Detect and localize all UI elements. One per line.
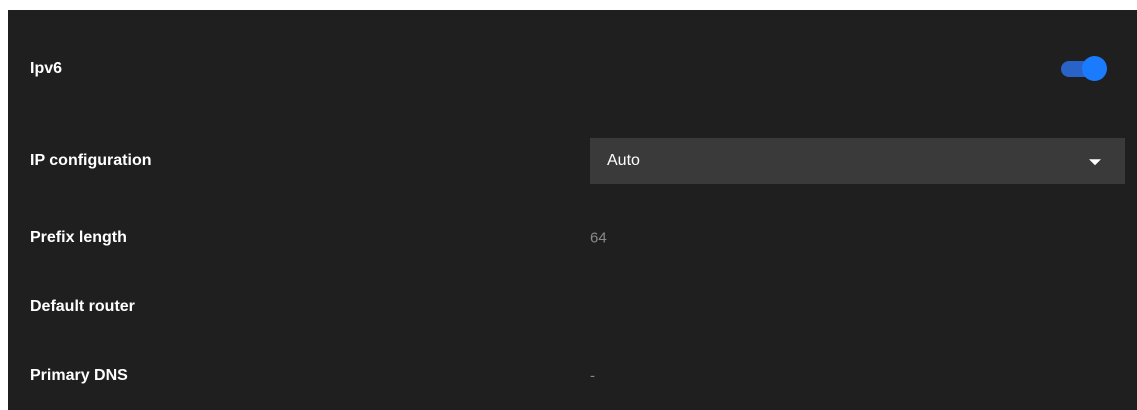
prefix-length-row: Prefix length 64 [8, 218, 1137, 258]
primary-dns-value: - [590, 367, 595, 385]
default-router-row: Default router [8, 287, 1137, 327]
ipv6-settings-panel: Ipv6 IP configuration Auto Prefix length… [8, 10, 1137, 410]
chevron-down-icon [1089, 159, 1101, 166]
toggle-knob [1082, 56, 1107, 81]
primary-dns-label: Primary DNS [30, 367, 128, 384]
ip-configuration-dropdown[interactable]: Auto [590, 138, 1125, 184]
default-router-label: Default router [30, 298, 135, 315]
prefix-length-label: Prefix length [30, 229, 127, 246]
prefix-length-value: 64 [590, 229, 607, 247]
ipv6-row: Ipv6 [8, 49, 1137, 89]
ipv6-toggle[interactable] [1061, 56, 1109, 81]
ip-configuration-selected-value: Auto [607, 152, 640, 169]
ipv6-label: Ipv6 [30, 60, 63, 77]
primary-dns-row: Primary DNS - [8, 356, 1137, 396]
ip-configuration-row: IP configuration Auto [8, 138, 1137, 184]
ip-configuration-label: IP configuration [30, 152, 152, 169]
